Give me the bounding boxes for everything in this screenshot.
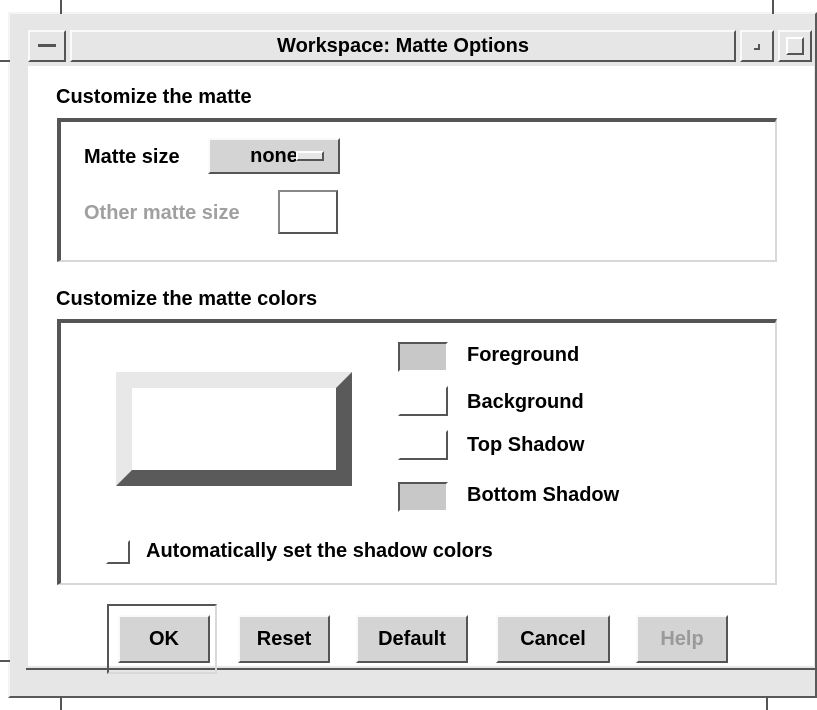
resize-handle-top-left[interactable] (60, 0, 62, 14)
foreground-swatch[interactable] (398, 342, 448, 372)
matte-preview-bevel (116, 372, 352, 486)
other-matte-size-field[interactable] (278, 190, 338, 234)
minimize-button[interactable] (740, 30, 774, 62)
matte-size-option-menu[interactable]: none (208, 138, 340, 174)
resize-handle-bottom-right[interactable] (766, 696, 768, 710)
matte-size-value: none (250, 144, 298, 167)
matte-group (57, 118, 777, 262)
title-bar[interactable]: Workspace: Matte Options (70, 30, 736, 62)
background-swatch[interactable] (398, 386, 448, 416)
auto-shadow-checkbox[interactable] (106, 540, 130, 564)
resize-handle-left-bottom[interactable] (0, 660, 10, 662)
matte-preview (116, 372, 352, 486)
maximize-button[interactable] (778, 30, 812, 62)
resize-handle-bottom-left[interactable] (60, 696, 62, 710)
resize-handle-top-right[interactable] (772, 0, 774, 14)
background-label: Background (467, 391, 584, 413)
colors-section-label: Customize the matte colors (56, 288, 318, 310)
ok-button[interactable]: OK (118, 615, 210, 663)
minimize-icon (754, 44, 760, 50)
default-button[interactable]: Default (356, 615, 468, 663)
reset-button[interactable]: Reset (238, 615, 330, 663)
window-title: Workspace: Matte Options (277, 34, 529, 57)
top-shadow-swatch[interactable] (398, 430, 448, 460)
help-button[interactable]: Help (636, 615, 728, 663)
top-shadow-label: Top Shadow (467, 434, 585, 456)
matte-size-label: Matte size (84, 146, 180, 168)
bottom-shadow-swatch[interactable] (398, 482, 448, 512)
option-menu-indicator-icon (296, 151, 324, 161)
other-matte-size-label: Other matte size (84, 202, 240, 224)
window-menu-icon (38, 44, 56, 47)
cancel-button[interactable]: Cancel (496, 615, 610, 663)
matte-section-label: Customize the matte (56, 86, 252, 108)
maximize-icon (786, 37, 804, 55)
auto-shadow-label: Automatically set the shadow colors (146, 540, 493, 562)
window-menu-button[interactable] (28, 30, 66, 62)
bottom-shadow-label: Bottom Shadow (467, 484, 620, 506)
resize-handle-left-top[interactable] (0, 60, 10, 62)
foreground-label: Foreground (467, 344, 580, 366)
